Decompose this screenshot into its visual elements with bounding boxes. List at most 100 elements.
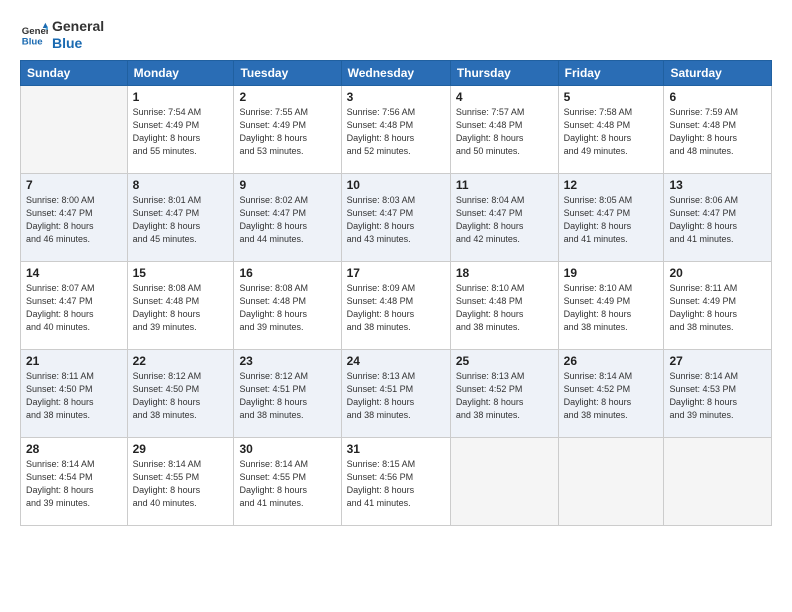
calendar-cell: 13 Sunrise: 8:06 AM Sunset: 4:47 PM Dayli… — [664, 173, 772, 261]
calendar-cell: 5 Sunrise: 7:58 AM Sunset: 4:48 PM Daylig… — [558, 85, 664, 173]
calendar-cell — [21, 85, 128, 173]
logo-icon: General Blue — [20, 21, 48, 49]
day-number: 2 — [239, 90, 335, 104]
day-info: Sunrise: 8:14 AM Sunset: 4:52 PM Dayligh… — [564, 370, 659, 422]
day-number: 20 — [669, 266, 766, 280]
weekday-header-row: SundayMondayTuesdayWednesdayThursdayFrid… — [21, 60, 772, 85]
calendar-cell: 4Sunrise: 7:57 AM Sunset: 4:48 PM Daylig… — [450, 85, 558, 173]
day-number: 21 — [26, 354, 122, 368]
day-info: Sunrise: 8:05 AM Sunset: 4:47 PM Dayligh… — [564, 194, 659, 246]
weekday-header-sunday: Sunday — [21, 60, 128, 85]
calendar-cell: 2 Sunrise: 7:55 AM Sunset: 4:49 PM Daylig… — [234, 85, 341, 173]
calendar-cell: 15 Sunrise: 8:08 AM Sunset: 4:48 PM Dayli… — [127, 261, 234, 349]
day-info: Sunrise: 8:08 AM Sunset: 4:48 PM Dayligh… — [239, 282, 335, 334]
calendar-cell: 3 Sunrise: 7:56 AM Sunset: 4:48 PM Daylig… — [341, 85, 450, 173]
day-info: Sunrise: 8:14 AM Sunset: 4:54 PM Dayligh… — [26, 458, 122, 510]
day-number: 12 — [564, 178, 659, 192]
day-number: 4 — [456, 90, 553, 104]
logo: General Blue General Blue — [20, 18, 104, 52]
day-info: Sunrise: 8:14 AM Sunset: 4:53 PM Dayligh… — [669, 370, 766, 422]
calendar-cell: 28 Sunrise: 8:14 AM Sunset: 4:54 PM Dayli… — [21, 437, 128, 525]
day-info: Sunrise: 8:03 AM Sunset: 4:47 PM Dayligh… — [347, 194, 445, 246]
calendar-cell: 30Sunrise: 8:14 AM Sunset: 4:55 PM Dayli… — [234, 437, 341, 525]
calendar-cell — [664, 437, 772, 525]
calendar-cell: 11 Sunrise: 8:04 AM Sunset: 4:47 PM Dayli… — [450, 173, 558, 261]
day-number: 22 — [133, 354, 229, 368]
day-info: Sunrise: 8:12 AM Sunset: 4:51 PM Dayligh… — [239, 370, 335, 422]
day-info: Sunrise: 7:54 AM Sunset: 4:49 PM Dayligh… — [133, 106, 229, 158]
day-number: 28 — [26, 442, 122, 456]
week-row-3: 21 Sunrise: 8:11 AM Sunset: 4:50 PM Dayli… — [21, 349, 772, 437]
day-info: Sunrise: 8:10 AM Sunset: 4:49 PM Dayligh… — [564, 282, 659, 334]
day-number: 5 — [564, 90, 659, 104]
day-number: 27 — [669, 354, 766, 368]
day-info: Sunrise: 7:58 AM Sunset: 4:48 PM Dayligh… — [564, 106, 659, 158]
day-info: Sunrise: 8:14 AM Sunset: 4:55 PM Dayligh… — [133, 458, 229, 510]
day-info: Sunrise: 8:11 AM Sunset: 4:50 PM Dayligh… — [26, 370, 122, 422]
calendar-cell: 31 Sunrise: 8:15 AM Sunset: 4:56 PM Dayli… — [341, 437, 450, 525]
calendar-table: SundayMondayTuesdayWednesdayThursdayFrid… — [20, 60, 772, 526]
day-info: Sunrise: 8:04 AM Sunset: 4:47 PM Dayligh… — [456, 194, 553, 246]
weekday-header-friday: Friday — [558, 60, 664, 85]
logo-text-general: General — [52, 18, 104, 35]
day-info: Sunrise: 8:06 AM Sunset: 4:47 PM Dayligh… — [669, 194, 766, 246]
day-number: 6 — [669, 90, 766, 104]
day-number: 10 — [347, 178, 445, 192]
calendar-cell: 27 Sunrise: 8:14 AM Sunset: 4:53 PM Dayli… — [664, 349, 772, 437]
calendar-cell: 8Sunrise: 8:01 AM Sunset: 4:47 PM Daylig… — [127, 173, 234, 261]
day-info: Sunrise: 8:08 AM Sunset: 4:48 PM Dayligh… — [133, 282, 229, 334]
week-row-4: 28 Sunrise: 8:14 AM Sunset: 4:54 PM Dayli… — [21, 437, 772, 525]
calendar-cell: 23Sunrise: 8:12 AM Sunset: 4:51 PM Dayli… — [234, 349, 341, 437]
day-info: Sunrise: 7:56 AM Sunset: 4:48 PM Dayligh… — [347, 106, 445, 158]
day-number: 31 — [347, 442, 445, 456]
day-info: Sunrise: 7:55 AM Sunset: 4:49 PM Dayligh… — [239, 106, 335, 158]
day-number: 18 — [456, 266, 553, 280]
calendar-cell: 22 Sunrise: 8:12 AM Sunset: 4:50 PM Dayli… — [127, 349, 234, 437]
calendar-cell: 17Sunrise: 8:09 AM Sunset: 4:48 PM Dayli… — [341, 261, 450, 349]
day-number: 30 — [239, 442, 335, 456]
day-number: 16 — [239, 266, 335, 280]
day-info: Sunrise: 8:15 AM Sunset: 4:56 PM Dayligh… — [347, 458, 445, 510]
calendar-cell: 16 Sunrise: 8:08 AM Sunset: 4:48 PM Dayli… — [234, 261, 341, 349]
week-row-0: 1 Sunrise: 7:54 AM Sunset: 4:49 PM Daylig… — [21, 85, 772, 173]
day-number: 29 — [133, 442, 229, 456]
svg-text:Blue: Blue — [22, 36, 43, 47]
week-row-1: 7Sunrise: 8:00 AM Sunset: 4:47 PM Daylig… — [21, 173, 772, 261]
calendar-cell: 14Sunrise: 8:07 AM Sunset: 4:47 PM Dayli… — [21, 261, 128, 349]
day-info: Sunrise: 8:07 AM Sunset: 4:47 PM Dayligh… — [26, 282, 122, 334]
calendar-cell: 20 Sunrise: 8:11 AM Sunset: 4:49 PM Dayli… — [664, 261, 772, 349]
day-number: 7 — [26, 178, 122, 192]
calendar-cell — [450, 437, 558, 525]
day-info: Sunrise: 8:11 AM Sunset: 4:49 PM Dayligh… — [669, 282, 766, 334]
weekday-header-monday: Monday — [127, 60, 234, 85]
calendar-cell: 10 Sunrise: 8:03 AM Sunset: 4:47 PM Dayli… — [341, 173, 450, 261]
calendar-cell: 7Sunrise: 8:00 AM Sunset: 4:47 PM Daylig… — [21, 173, 128, 261]
week-row-2: 14Sunrise: 8:07 AM Sunset: 4:47 PM Dayli… — [21, 261, 772, 349]
day-number: 25 — [456, 354, 553, 368]
day-info: Sunrise: 8:02 AM Sunset: 4:47 PM Dayligh… — [239, 194, 335, 246]
calendar-cell: 24Sunrise: 8:13 AM Sunset: 4:51 PM Dayli… — [341, 349, 450, 437]
day-number: 24 — [347, 354, 445, 368]
calendar-cell: 29 Sunrise: 8:14 AM Sunset: 4:55 PM Dayli… — [127, 437, 234, 525]
calendar-cell: 18Sunrise: 8:10 AM Sunset: 4:48 PM Dayli… — [450, 261, 558, 349]
day-info: Sunrise: 7:59 AM Sunset: 4:48 PM Dayligh… — [669, 106, 766, 158]
calendar-cell: 19 Sunrise: 8:10 AM Sunset: 4:49 PM Dayli… — [558, 261, 664, 349]
calendar-cell: 6 Sunrise: 7:59 AM Sunset: 4:48 PM Daylig… — [664, 85, 772, 173]
day-number: 19 — [564, 266, 659, 280]
day-number: 17 — [347, 266, 445, 280]
day-number: 11 — [456, 178, 553, 192]
day-number: 13 — [669, 178, 766, 192]
calendar-page: General Blue General Blue SundayMondayTu… — [0, 0, 792, 612]
weekday-header-thursday: Thursday — [450, 60, 558, 85]
calendar-cell: 9Sunrise: 8:02 AM Sunset: 4:47 PM Daylig… — [234, 173, 341, 261]
day-number: 1 — [133, 90, 229, 104]
day-number: 15 — [133, 266, 229, 280]
logo-text-blue: Blue — [52, 35, 104, 52]
day-number: 8 — [133, 178, 229, 192]
day-number: 3 — [347, 90, 445, 104]
calendar-cell: 25Sunrise: 8:13 AM Sunset: 4:52 PM Dayli… — [450, 349, 558, 437]
day-info: Sunrise: 8:12 AM Sunset: 4:50 PM Dayligh… — [133, 370, 229, 422]
calendar-cell: 21 Sunrise: 8:11 AM Sunset: 4:50 PM Dayli… — [21, 349, 128, 437]
calendar-cell — [558, 437, 664, 525]
calendar-cell: 12 Sunrise: 8:05 AM Sunset: 4:47 PM Dayli… — [558, 173, 664, 261]
